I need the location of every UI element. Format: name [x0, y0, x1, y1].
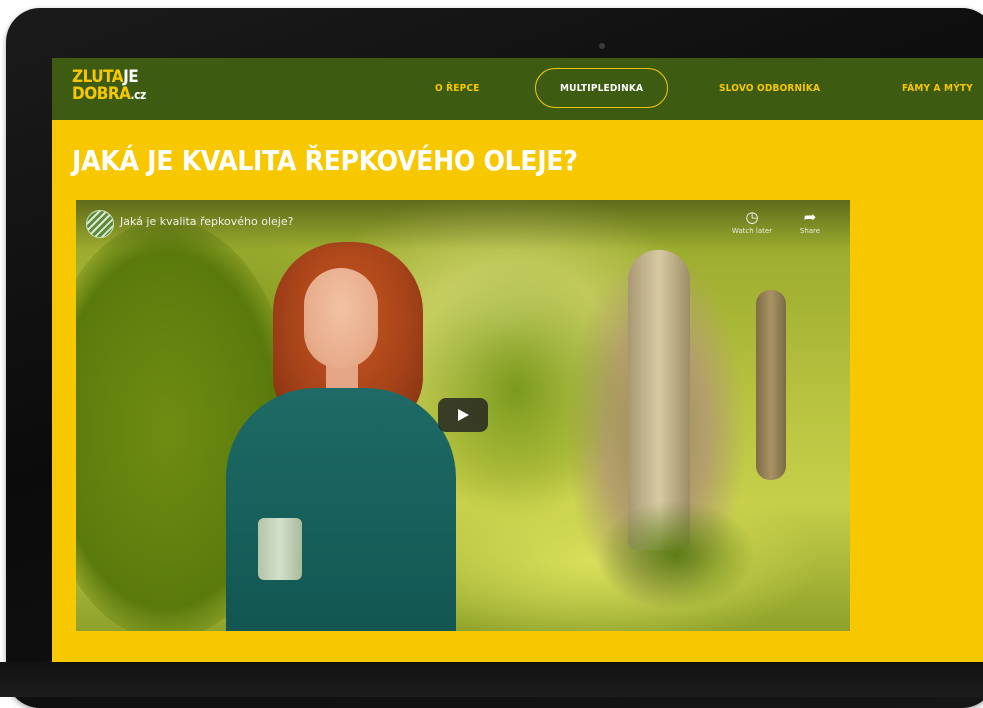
watch-later-label: Watch later: [731, 227, 773, 235]
video-presenter-face: [304, 268, 378, 368]
video-player[interactable]: Jaká je kvalita řepkového oleje? ◷ Watch…: [76, 200, 850, 631]
website-screen: ZLUTAJE DOBRA.cz O ŘEPCE MULTIPLEDINKA S…: [52, 58, 983, 662]
play-button[interactable]: [438, 398, 488, 432]
page-title: JAKÁ JE KVALITA ŘEPKOVÉHO OLEJE?: [72, 144, 578, 177]
video-presenter-shirt: [226, 388, 456, 631]
clock-icon: ◷: [745, 208, 759, 226]
site-logo[interactable]: ZLUTAJE DOBRA.cz: [72, 69, 146, 104]
video-title[interactable]: Jaká je kvalita řepkového oleje?: [120, 215, 293, 228]
top-navigation: ZLUTAJE DOBRA.cz O ŘEPCE MULTIPLEDINKA S…: [52, 58, 983, 120]
nav-item-famy-a-myty[interactable]: FÁMY A MÝTY: [902, 79, 973, 99]
video-oil-jar: [258, 518, 302, 580]
nav-item-multipledinka[interactable]: MULTIPLEDINKA: [535, 68, 669, 108]
laptop-base: [0, 662, 983, 697]
video-tree-trunk-far: [756, 290, 786, 480]
logo-domain-suffix: .cz: [130, 88, 146, 102]
share-button[interactable]: ➦ Share: [782, 208, 838, 236]
channel-avatar[interactable]: [86, 210, 114, 238]
video-shrub: [596, 500, 756, 610]
nav-item-o-repce[interactable]: O ŘEPCE: [435, 79, 480, 99]
watch-later-button[interactable]: ◷ Watch later: [724, 208, 780, 236]
logo-word-dobra: DOBRA: [72, 84, 131, 104]
nav-item-slovo-odbornika[interactable]: SLOVO ODBORNÍKA: [719, 79, 820, 99]
webcam-dot: [599, 43, 605, 49]
share-label: Share: [799, 227, 821, 235]
share-arrow-icon: ➦: [803, 208, 817, 226]
